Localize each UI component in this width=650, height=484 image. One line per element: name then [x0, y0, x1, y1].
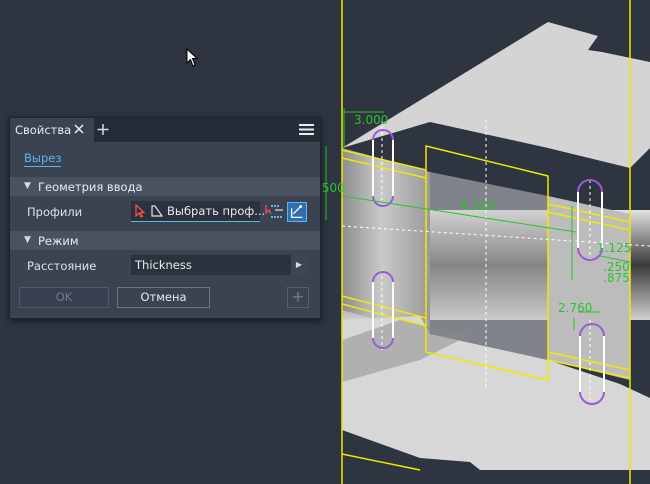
operation-link[interactable]: Вырез	[24, 151, 62, 167]
dim-2760[interactable]: 2.760	[558, 301, 592, 315]
section-input-geometry-label: Геометрия ввода	[38, 180, 143, 194]
section-mode-label: Режим	[38, 234, 79, 248]
cancel-button[interactable]: Отмена	[117, 287, 210, 308]
select-arrow-icon	[135, 204, 146, 218]
collapse-triangle-icon: ▼	[24, 181, 31, 191]
profiles-label: Профили	[27, 205, 83, 219]
section-mode[interactable]: ▼ Режим	[10, 231, 320, 250]
dim-3000[interactable]: 3.000	[354, 113, 388, 127]
section-input-geometry[interactable]: ▼ Геометрия ввода	[10, 177, 320, 196]
dim-1125[interactable]: 1.125	[597, 241, 631, 255]
dim-875[interactable]: .875	[603, 271, 630, 285]
properties-panel: Свойства Вырез ▼ Геометрия ввода Профили…	[9, 117, 321, 319]
dim-4250[interactable]: 4.250	[460, 199, 494, 213]
profiles-selector[interactable]: Выбрать проф...	[131, 201, 265, 222]
panel-tab-bar: Свойства	[10, 118, 320, 142]
sketch-profile-icon[interactable]	[263, 202, 285, 222]
mouse-pointer-icon	[186, 48, 198, 67]
distance-label: Расстояние	[27, 259, 97, 273]
dim-500[interactable]: .500	[318, 181, 345, 195]
tab-properties-label: Свойства	[15, 123, 72, 137]
add-button[interactable]: +	[287, 287, 309, 308]
top-flange-face	[342, 22, 650, 168]
profiles-selector-text: Выбрать проф...	[167, 204, 266, 218]
auto-select-icon[interactable]	[287, 202, 307, 222]
ok-button[interactable]: OK	[19, 287, 109, 308]
dropdown-arrow-icon[interactable]: ▶	[291, 255, 307, 275]
close-icon[interactable]	[72, 121, 86, 137]
tab-properties[interactable]: Свойства	[10, 118, 94, 142]
hamburger-menu-icon[interactable]	[299, 123, 314, 136]
collapse-triangle-icon: ▼	[24, 235, 31, 245]
distance-dropdown-value: Thickness	[135, 258, 192, 272]
right-web-face	[548, 196, 630, 380]
profile-shape-icon	[151, 205, 163, 217]
add-tab-icon[interactable]	[96, 120, 110, 138]
distance-dropdown[interactable]: Thickness ▶	[131, 255, 307, 275]
